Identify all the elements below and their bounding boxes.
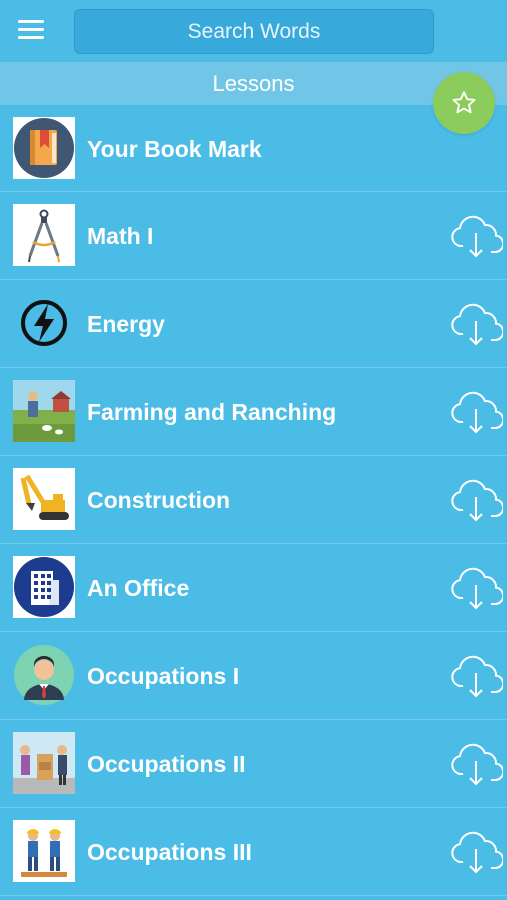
search-input[interactable]: Search Words: [74, 9, 434, 54]
cloud-download-icon[interactable]: [449, 566, 505, 610]
list-item-label: Occupations II: [87, 750, 246, 777]
section-header: Lessons: [0, 62, 507, 105]
list-item-an-office[interactable]: An Office: [0, 544, 507, 632]
list-item-label: Farming and Ranching: [87, 398, 337, 425]
builders-icon: [13, 820, 75, 882]
cloud-download-icon[interactable]: [449, 214, 505, 258]
workers-scene-icon: [13, 732, 75, 794]
cloud-download-icon[interactable]: [449, 302, 505, 346]
list-item-label: Math I: [87, 222, 154, 249]
bookmark-book-icon: [13, 117, 75, 179]
cloud-download-icon[interactable]: [449, 390, 505, 434]
list-item-occupations-ii[interactable]: Occupations II: [0, 720, 507, 808]
cloud-download-icon[interactable]: [449, 654, 505, 698]
list-item-occupations-iii[interactable]: Occupations III: [0, 808, 507, 896]
excavator-icon: [13, 468, 75, 530]
list-item-label: Construction: [87, 486, 231, 513]
list-item-farming-and-ranching[interactable]: Farming and Ranching: [0, 368, 507, 456]
office-building-icon: [13, 556, 75, 618]
list-item-construction[interactable]: Construction: [0, 456, 507, 544]
list-item-occupations-i[interactable]: Occupations I: [0, 632, 507, 720]
top-bar: Search Words: [0, 0, 507, 62]
list-item-label: Occupations III: [87, 838, 252, 865]
cloud-download-icon[interactable]: [449, 478, 505, 522]
list-item-label: Your Book Mark: [87, 135, 262, 162]
farm-scene-icon: [13, 380, 75, 442]
lightning-bolt-icon: [13, 292, 75, 354]
star-icon: [452, 91, 476, 114]
list-item-bookmark[interactable]: Your Book Mark: [0, 105, 507, 192]
favorite-star-button[interactable]: [433, 72, 495, 134]
list-item-label: Occupations I: [87, 662, 240, 689]
cloud-download-icon[interactable]: [449, 830, 505, 874]
list-item-energy[interactable]: Energy: [0, 280, 507, 368]
lesson-list: Your Book Mark Math I Energy Farming and…: [0, 105, 507, 896]
hamburger-menu-icon[interactable]: [18, 20, 44, 42]
list-item-math-i[interactable]: Math I: [0, 192, 507, 280]
cloud-download-icon[interactable]: [449, 742, 505, 786]
list-item-label: Energy: [87, 310, 165, 337]
section-title: Lessons: [212, 70, 295, 96]
businessman-avatar-icon: [13, 644, 75, 706]
drafting-compass-icon: [13, 204, 75, 266]
list-item-label: An Office: [87, 574, 190, 601]
